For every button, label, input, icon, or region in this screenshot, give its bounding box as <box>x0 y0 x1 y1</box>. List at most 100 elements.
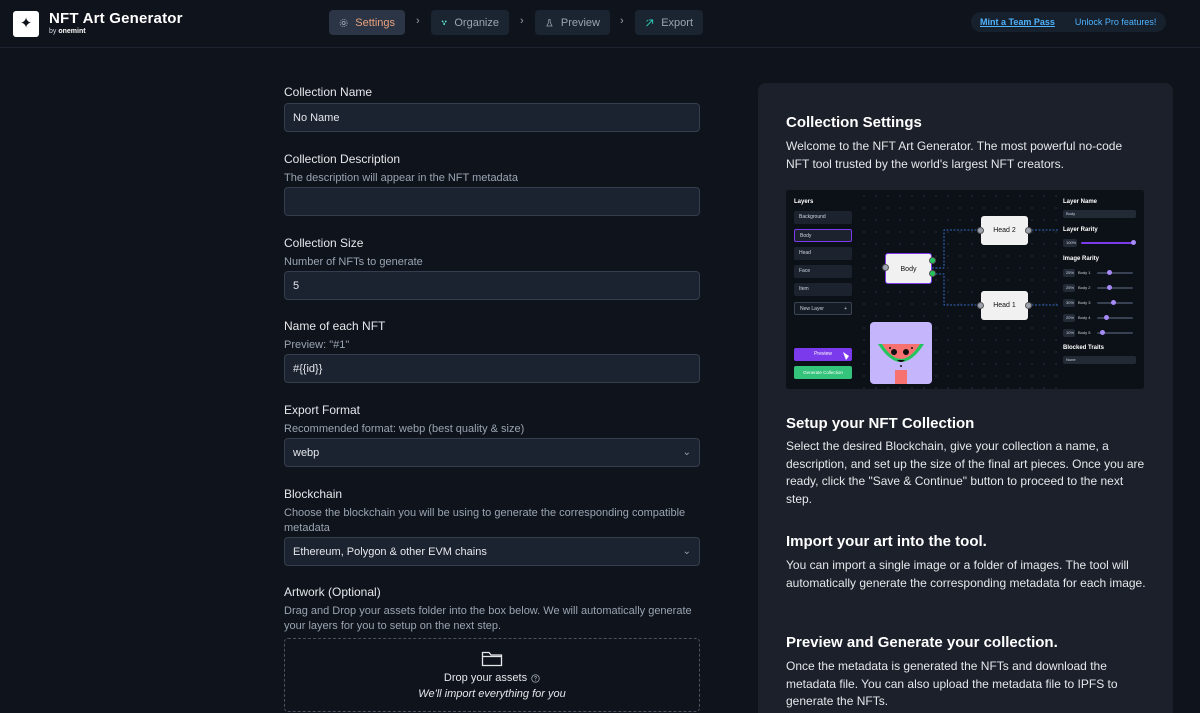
demo-rarity-name: Body 3 <box>1078 300 1091 305</box>
nft-name-help: Preview: "#1" <box>284 339 350 351</box>
demo-rarity-name: Body 4 <box>1078 315 1091 320</box>
demo-layer-name-title: Layer Name <box>1063 199 1098 205</box>
blockchain-value: Ethereum, Polygon & other EVM chains <box>293 545 487 558</box>
step-settings-label: Settings <box>355 16 395 29</box>
demo-node-port <box>929 257 936 264</box>
export-format-help: Recommended format: webp (best quality &… <box>284 423 525 435</box>
help-panel <box>758 83 1173 713</box>
demo-node-head1: Head 1 <box>981 291 1028 320</box>
demo-nft-artwork <box>870 322 932 384</box>
demo-layer-name-field: Body <box>1063 210 1136 218</box>
demo-rarity-slider <box>1097 272 1133 274</box>
tool-demo-illustration: Layers Background Body Head Face Item Ne… <box>786 190 1144 389</box>
drop-subtitle: We'll import everything for you <box>418 688 566 700</box>
demo-rarity-name: Body 2 <box>1078 285 1091 290</box>
collection-name-label: Collection Name <box>284 85 373 99</box>
demo-node-port <box>1025 302 1032 309</box>
demo-rarity-pct: 25% <box>1063 269 1075 277</box>
collection-description-help: The description will appear in the NFT m… <box>284 172 518 184</box>
collection-size-label: Collection Size <box>284 236 364 250</box>
demo-rarity-name: Body 1 <box>1078 270 1091 275</box>
byline-brand: onemint <box>58 28 86 35</box>
artwork-dropzone[interactable]: Drop your assets We'll import everything… <box>284 638 700 712</box>
demo-node-head2: Head 2 <box>981 216 1028 245</box>
collection-description-input[interactable] <box>284 187 700 216</box>
promo-banner: Mint a Team Pass Unlock Pro features! <box>971 12 1166 32</box>
collection-settings-title: Collection Settings <box>786 114 922 131</box>
demo-blocked-traits-select: None <box>1063 356 1136 364</box>
step-export-label: Export <box>661 16 693 29</box>
step-export[interactable]: Export <box>635 10 703 35</box>
demo-layer-rarity-pct: 100% <box>1063 239 1077 247</box>
demo-layer-rarity-slider <box>1081 242 1133 244</box>
demo-slider-knob <box>1131 240 1136 245</box>
demo-rarity-slider <box>1097 317 1133 319</box>
flask-icon <box>546 18 553 26</box>
demo-slider-knob <box>1107 270 1112 275</box>
collection-settings-text: Welcome to the NFT Art Generator. The mo… <box>786 139 1123 171</box>
chevron-right-icon: › <box>620 15 624 27</box>
export-format-label: Export Format <box>284 403 361 417</box>
artwork-help: Drag and Drop your assets folder into th… <box>284 605 692 632</box>
collection-description-label: Collection Description <box>284 152 401 166</box>
top-header: ✦ NFT Art Generator by onemint Settings … <box>0 0 1200 48</box>
preview-generate-text: Once the metadata is generated the NFTs … <box>786 659 1118 708</box>
artwork-label: Artwork (Optional) <box>284 585 381 599</box>
demo-rarity-pct: 10% <box>1063 329 1075 337</box>
step-preview-label: Preview <box>560 16 600 29</box>
demo-slider-knob <box>1104 315 1109 320</box>
demo-rarity-name: Body 5 <box>1078 330 1091 335</box>
collection-size-help: Number of NFTs to generate <box>284 256 423 268</box>
demo-node-port <box>977 302 984 309</box>
demo-rarity-pct: 25% <box>1063 284 1075 292</box>
folder-icon <box>481 651 503 667</box>
demo-rarity-slider <box>1097 287 1133 289</box>
preview-generate-title: Preview and Generate your collection. <box>786 634 1058 651</box>
demo-layer-rarity-title: Layer Rarity <box>1063 227 1098 233</box>
help-icon[interactable] <box>531 673 540 683</box>
setup-title: Setup your NFT Collection <box>786 415 975 432</box>
collection-name-input[interactable] <box>284 103 700 132</box>
export-format-value: webp <box>293 446 320 459</box>
gear-icon <box>339 18 348 27</box>
chevron-right-icon: › <box>520 15 524 27</box>
step-settings[interactable]: Settings <box>329 10 405 35</box>
demo-rarity-pct: 30% <box>1063 299 1075 307</box>
nft-name-input[interactable] <box>284 354 700 383</box>
blockchain-label: Blockchain <box>284 487 343 501</box>
step-organize[interactable]: Organize <box>431 10 509 35</box>
collection-size-input[interactable] <box>284 271 700 300</box>
demo-node-port <box>929 270 936 277</box>
chevron-down-icon: ⌄ <box>682 447 691 458</box>
export-format-select[interactable]: webp ⌄ <box>284 438 700 467</box>
app-title[interactable]: NFT Art Generator <box>49 10 183 27</box>
demo-properties-panel: Layer Name Body Layer Rarity 100% Image … <box>1059 190 1144 389</box>
cluster-icon <box>441 20 447 25</box>
byline-prefix: by <box>49 28 57 35</box>
demo-node-body: Body <box>885 253 932 284</box>
byline: by onemint <box>49 28 86 35</box>
mint-team-pass-link[interactable]: Mint a Team Pass <box>980 17 1055 27</box>
demo-rarity-pct: 20% <box>1063 314 1075 322</box>
demo-node-port <box>882 264 889 271</box>
demo-image-rarity-title: Image Rarity <box>1063 256 1100 262</box>
nft-name-label: Name of each NFT <box>284 319 386 333</box>
drop-title: Drop your assets <box>443 672 528 684</box>
unlock-pro-link[interactable]: Unlock Pro features! <box>1075 17 1157 27</box>
chevron-right-icon: › <box>416 15 420 27</box>
import-title: Import your art into the tool. <box>786 533 987 550</box>
step-preview[interactable]: Preview <box>535 10 610 35</box>
demo-node-port <box>1025 227 1032 234</box>
chevron-down-icon: ⌄ <box>682 546 691 557</box>
blockchain-help: Choose the blockchain you will be using … <box>284 507 686 534</box>
blockchain-select[interactable]: Ethereum, Polygon & other EVM chains ⌄ <box>284 537 700 566</box>
demo-node-port <box>977 227 984 234</box>
demo-slider-knob <box>1100 330 1105 335</box>
logo-icon[interactable]: ✦ <box>13 11 39 37</box>
demo-slider-knob <box>1111 300 1116 305</box>
demo-slider-knob <box>1107 285 1112 290</box>
import-text: You can import a single image or a folde… <box>786 558 1146 590</box>
setup-text: Select the desired Blockchain, give your… <box>786 439 1145 506</box>
export-icon <box>646 18 654 26</box>
step-organize-label: Organize <box>454 16 499 29</box>
